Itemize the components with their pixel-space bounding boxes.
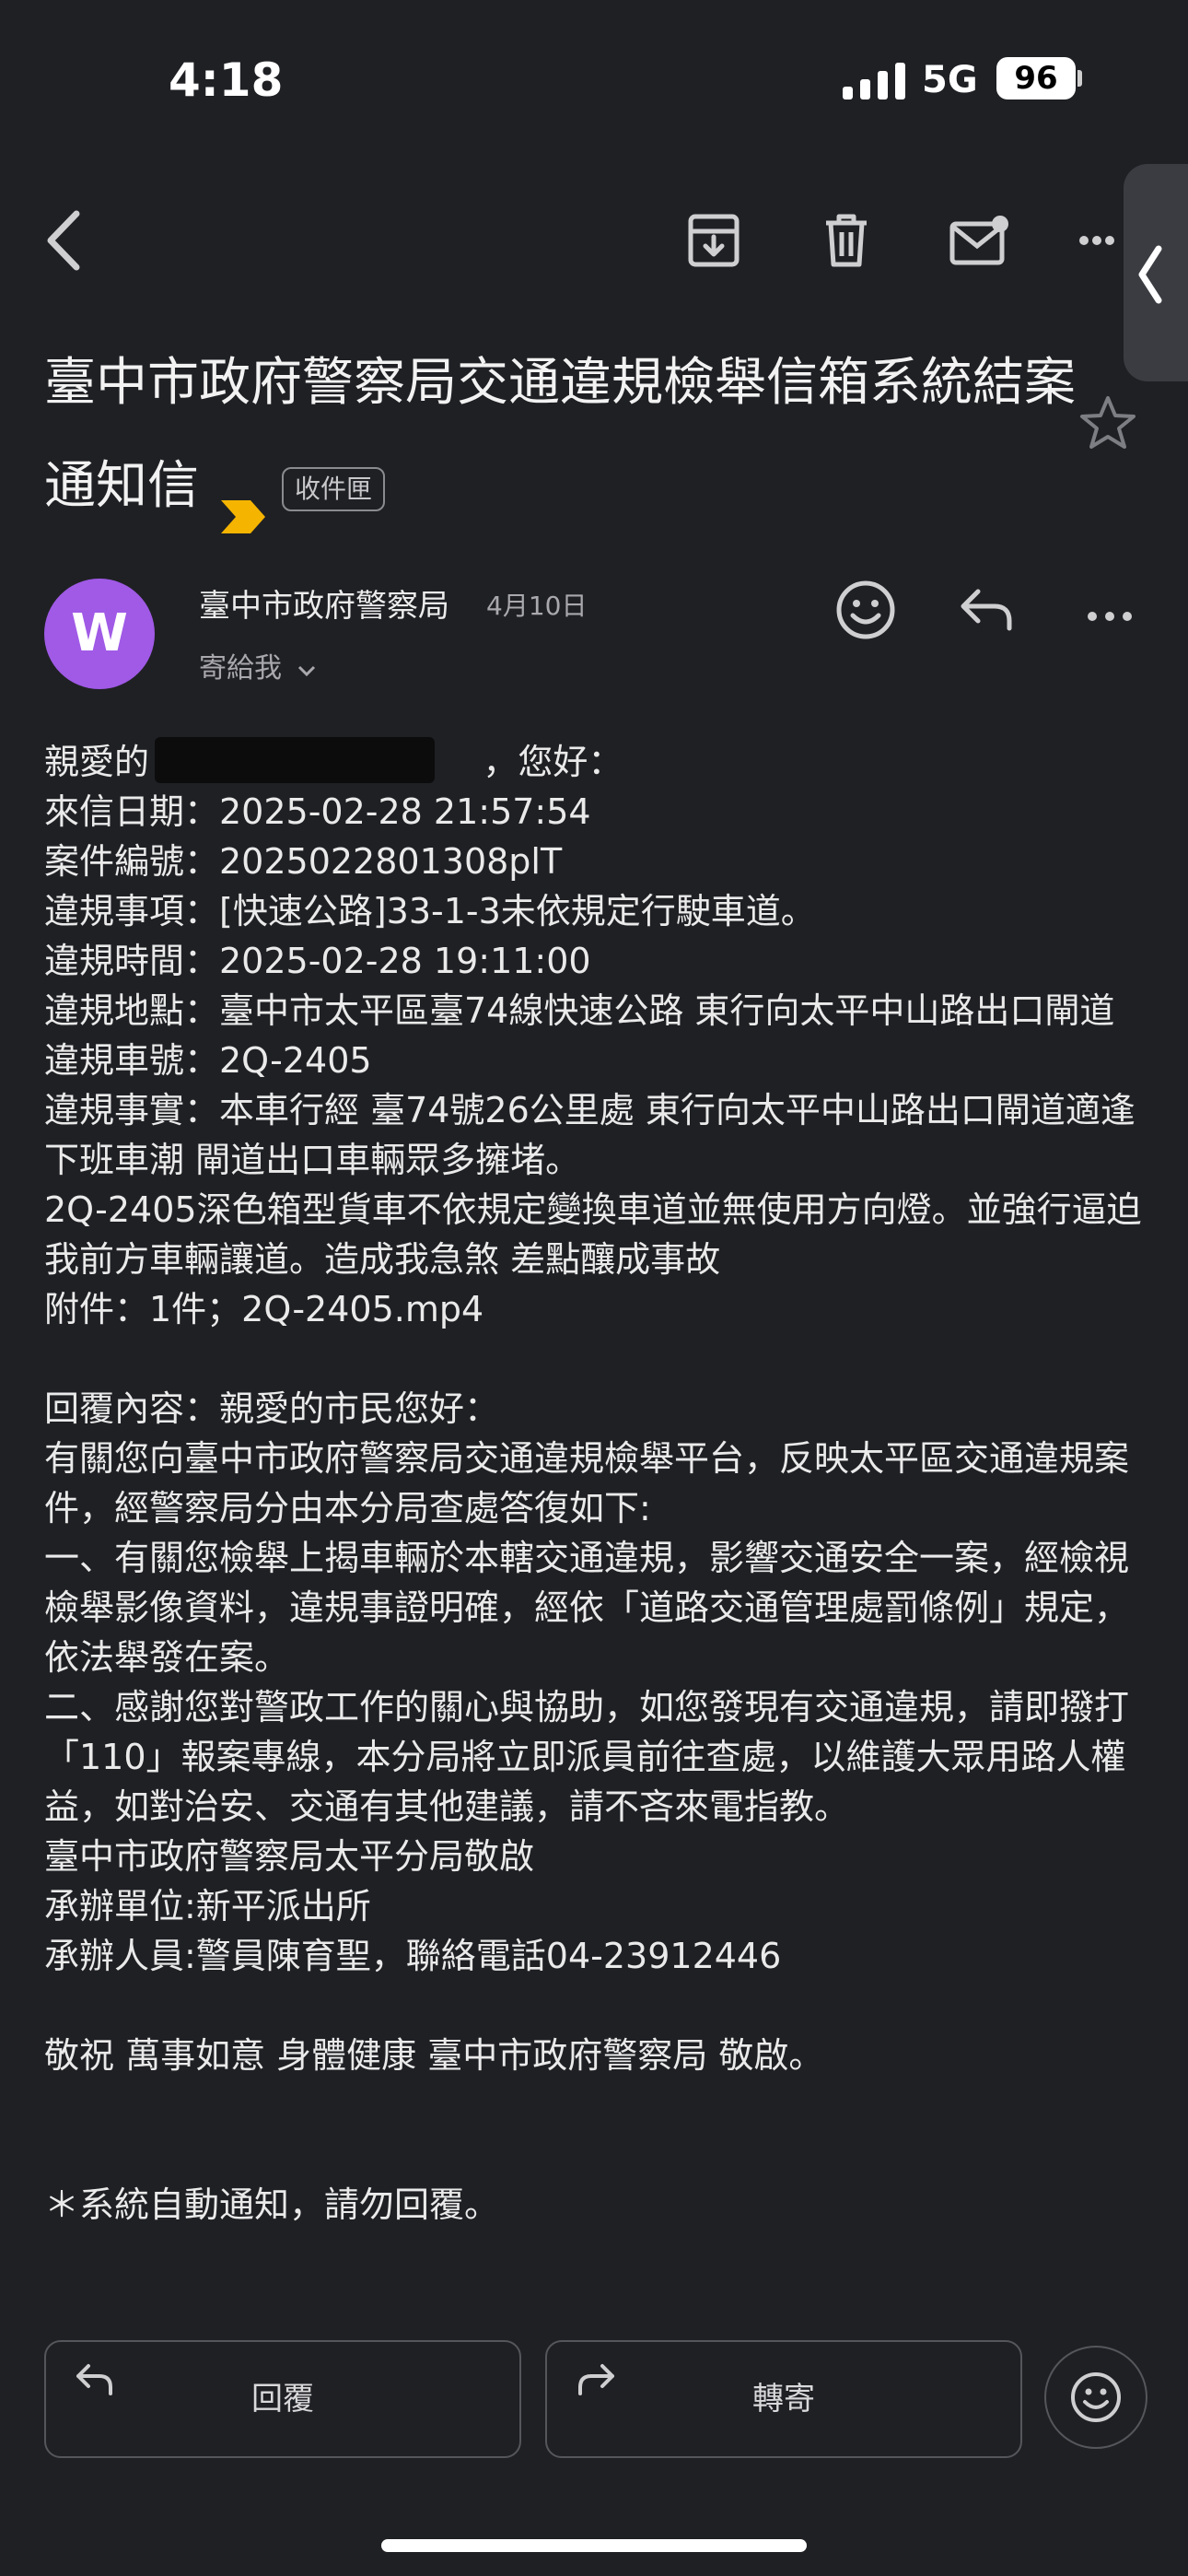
email-subject: 臺中市政府警察局交通違規檢舉信箱系統結案通知信 收件匣 bbox=[44, 332, 1076, 538]
body-line: 二、感謝您對警政工作的關心與協助，如您發現有交通違規，請即撥打「110」報案專線… bbox=[44, 1687, 1130, 1827]
email-body: 親愛的 ，您好： 來信日期：2025-02-28 21:57:54 案件編號：202… bbox=[44, 737, 1149, 2230]
body-line: 違規時間：2025-02-28 19:11:00 bbox=[44, 941, 591, 981]
body-line: 違規事實：本車行經 臺74號26公里處 東行向太平中山路出口閘道適逢下班車潮 閘… bbox=[44, 1090, 1136, 1180]
side-panel-tab[interactable] bbox=[1124, 164, 1188, 381]
body-line: 臺中市政府警察局太平分局敬啟 bbox=[44, 1836, 535, 1877]
forward-button[interactable]: 轉寄 bbox=[545, 2340, 1022, 2458]
avatar: W bbox=[44, 579, 155, 689]
body-line: 2Q-2405深色箱型貨車不依規定變換車道並無使用方向燈。並強行逼迫我前方車輛讓… bbox=[44, 1189, 1142, 1280]
back-chevron-icon[interactable] bbox=[31, 208, 96, 273]
signal-icon bbox=[843, 63, 907, 100]
battery-tip bbox=[1077, 70, 1082, 87]
archive-icon[interactable] bbox=[681, 208, 746, 273]
forward-label: 轉寄 bbox=[752, 2381, 815, 2418]
battery-icon: 96 bbox=[996, 57, 1076, 100]
subject-text: 臺中市政府警察局交通違規檢舉信箱系統結案通知信 bbox=[44, 353, 1076, 516]
more-options-icon[interactable] bbox=[1087, 608, 1135, 621]
status-time: 4:18 bbox=[169, 53, 284, 107]
body-line: 來信日期：2025-02-28 21:57:54 bbox=[44, 791, 591, 832]
reply-icon[interactable] bbox=[958, 586, 1019, 638]
mark-unread-icon[interactable] bbox=[947, 208, 1011, 273]
body-line: 一、有關您檢舉上揭車輛於本轄交通違規，影響交通安全一案，經檢視檢舉影像資料，違規… bbox=[44, 1538, 1130, 1678]
body-line: ＊系統自動通知，請勿回覆。 bbox=[44, 2184, 500, 2225]
emoji-icon bbox=[1071, 2372, 1121, 2422]
recipient-label: 寄給我 bbox=[199, 652, 282, 685]
chevron-down-icon bbox=[297, 665, 315, 677]
recipient-toggle[interactable]: 寄給我 bbox=[199, 645, 317, 685]
redacted-name bbox=[155, 737, 435, 783]
sender-name: 臺中市政府警察局 bbox=[199, 588, 449, 625]
importance-marker-icon bbox=[217, 469, 269, 533]
inbox-label-badge[interactable]: 收件匣 bbox=[282, 466, 386, 511]
body-line: 附件：1件；2Q-2405.mp4 bbox=[44, 1289, 484, 1329]
body-line: 承辦單位:新平派出所 bbox=[44, 1886, 371, 1926]
body-line: 違規事項：[快速公路]33-1-3未依規定行駛車道。 bbox=[44, 891, 816, 931]
network-label: 5G bbox=[922, 59, 978, 101]
body-line bbox=[44, 2080, 1149, 2130]
body-line: 敬祝 萬事如意 身體健康 臺中市政府警察局 敬啟。 bbox=[44, 2035, 824, 2076]
body-line: 案件編號：2025022801308plT bbox=[44, 841, 563, 882]
body-line: 有關您向臺中市政府警察局交通違規檢舉平台，反映太平區交通違規案件，經警察局分由本… bbox=[44, 1438, 1130, 1528]
reply-label: 回覆 bbox=[251, 2381, 314, 2418]
body-line: 違規車號：2Q-2405 bbox=[44, 1040, 372, 1081]
body-line: 承辦人員:警員陳育聖，聯絡電話04-23912446 bbox=[44, 1936, 782, 1976]
body-line bbox=[44, 1981, 1149, 2031]
body-line bbox=[44, 2130, 1149, 2180]
emoji-button[interactable] bbox=[1044, 2346, 1147, 2449]
reply-button[interactable]: 回覆 bbox=[44, 2340, 521, 2458]
home-indicator bbox=[381, 2539, 807, 2552]
body-line: 違規地點：臺中市太平區臺74線快速公路 東行向太平中山路出口閘道 bbox=[44, 990, 1115, 1031]
body-line: 回覆內容：親愛的市民您好： bbox=[44, 1388, 500, 1429]
more-horizontal-icon[interactable] bbox=[1074, 208, 1120, 273]
email-date: 4月10日 bbox=[486, 591, 588, 621]
emoji-react-icon[interactable] bbox=[834, 579, 901, 645]
trash-icon[interactable] bbox=[814, 208, 879, 273]
body-line bbox=[44, 1334, 1149, 1384]
star-icon[interactable] bbox=[1079, 394, 1140, 455]
